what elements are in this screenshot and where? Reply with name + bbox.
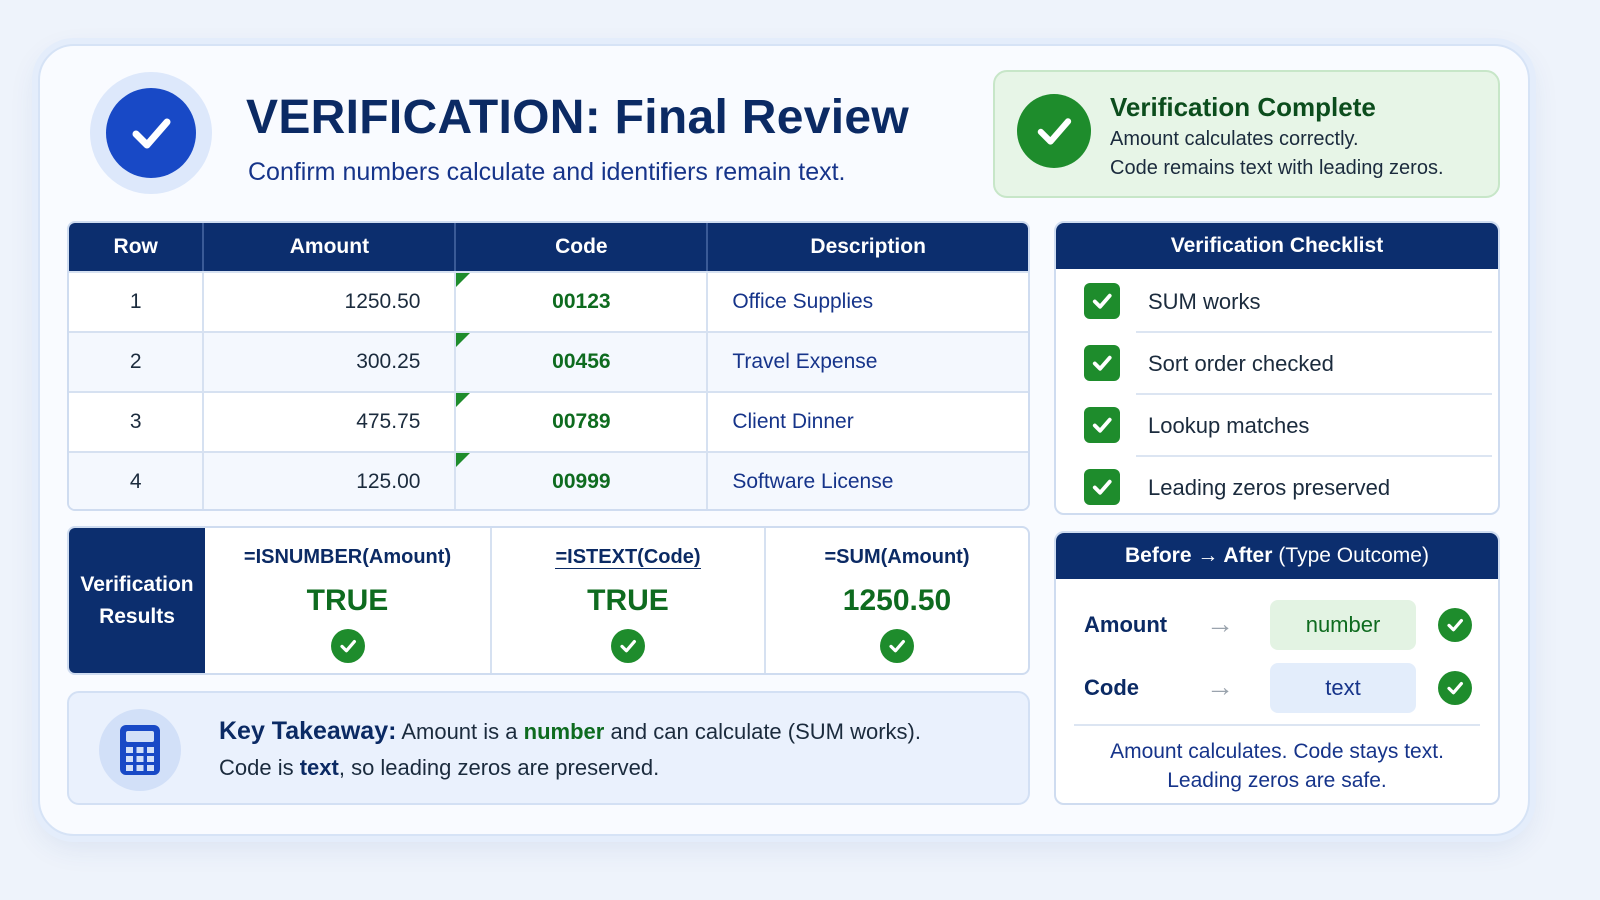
key-takeaway: Key Takeaway: Amount is a number and can… [67, 691, 1030, 805]
check-circle-icon [880, 629, 914, 663]
check-circle-icon [106, 88, 196, 178]
column-header-description[interactable]: Description [708, 223, 1028, 271]
cell-code[interactable]: 00123 [456, 273, 709, 331]
text-indicator-icon [456, 393, 471, 407]
check-circle-icon [330, 629, 365, 663]
table-row: 4 125.00 00999 Software License [69, 451, 1028, 509]
type-row-code: Code → text [1056, 663, 1498, 713]
result-value: TRUE [587, 584, 669, 617]
page-subtitle: Confirm numbers calculate and identifier… [248, 158, 846, 186]
text-indicator-icon [456, 273, 471, 287]
cell-code[interactable]: 00456 [456, 333, 709, 391]
type-row-amount: Amount → number [1056, 600, 1498, 650]
status-line-2: Code remains text with leading zeros. [1110, 157, 1444, 179]
formula-label[interactable]: =ISTEXT(Code) [492, 546, 764, 569]
cell-row[interactable]: 2 [69, 333, 205, 391]
checklist-item[interactable]: SUM works [1084, 271, 1492, 333]
checklist-item-label: Lookup matches [1148, 413, 1310, 438]
result-value: 1250.50 [842, 584, 952, 617]
table-row: 1 1250.50 00123 Office Supplies [69, 271, 1028, 331]
verification-results: Verification Results =ISNUMBER(Amount) T… [67, 526, 1030, 675]
takeaway-line-1: Key Takeaway: Amount is a number and can… [219, 717, 921, 745]
table-row: 3 475.75 00789 Client Dinner [69, 391, 1028, 451]
arrow-right-icon: → [1206, 608, 1234, 639]
divider [1074, 724, 1480, 726]
checklist-item-label: Sort order checked [1148, 351, 1334, 376]
arrow-right-icon: → [1206, 671, 1234, 702]
calculator-icon [99, 709, 181, 791]
check-circle-icon [1438, 608, 1472, 642]
cell-amount[interactable]: 475.75 [204, 393, 457, 451]
check-circle-icon [1017, 94, 1091, 168]
status-line-1: Amount calculates correctly. [1110, 128, 1359, 150]
result-isnumber: =ISNUMBER(Amount) TRUE [205, 528, 492, 673]
column-header-row[interactable]: Row [69, 223, 205, 271]
formula-label[interactable]: =SUM(Amount) [766, 546, 1028, 569]
column-header-code[interactable]: Code [456, 223, 709, 271]
cell-description[interactable]: Travel Expense [708, 333, 1028, 391]
before-after-panel: Before → After (Type Outcome) Amount → n… [1054, 531, 1500, 805]
result-sum: =SUM(Amount) 1250.50 [766, 528, 1028, 673]
table-header: Row Amount Code Description [69, 223, 1028, 271]
field-name: Amount [1084, 612, 1168, 637]
verification-complete-banner: Verification Complete Amount calculates … [993, 70, 1500, 198]
cell-code[interactable]: 00999 [456, 453, 709, 509]
check-circle-icon [1438, 671, 1472, 705]
data-table: Row Amount Code Description 1 1250.50 00… [67, 221, 1030, 511]
type-badge-number: number [1270, 600, 1416, 650]
cell-amount[interactable]: 300.25 [204, 333, 457, 391]
cell-amount[interactable]: 1250.50 [204, 273, 457, 331]
result-value: TRUE [306, 584, 389, 617]
text-indicator-icon [456, 333, 471, 347]
checkbox-checked-icon[interactable] [1084, 345, 1120, 381]
checklist-item-label: SUM works [1148, 289, 1261, 314]
cell-row[interactable]: 1 [69, 273, 205, 331]
cell-row[interactable]: 3 [69, 393, 205, 451]
type-badge-text: text [1270, 663, 1416, 713]
results-label: Verification Results [69, 528, 205, 673]
checklist-item[interactable]: Sort order checked [1084, 333, 1492, 395]
text-indicator-icon [456, 453, 471, 467]
formula-label[interactable]: =ISNUMBER(Amount) [205, 546, 490, 569]
cell-description[interactable]: Client Dinner [708, 393, 1028, 451]
cell-amount[interactable]: 125.00 [204, 453, 457, 509]
checkbox-checked-icon[interactable] [1084, 407, 1120, 443]
page-title: VERIFICATION: Final Review [246, 91, 909, 144]
cell-description[interactable]: Software License [708, 453, 1028, 509]
result-istext: =ISTEXT(Code) TRUE [492, 528, 766, 673]
cell-code[interactable]: 00789 [456, 393, 709, 451]
before-after-summary: Amount calculates. Code stays text. Lead… [1110, 740, 1444, 792]
field-name: Code [1084, 675, 1139, 700]
cell-description[interactable]: Office Supplies [708, 273, 1028, 331]
checklist-item[interactable]: Lookup matches [1084, 395, 1492, 457]
checklist-item-label: Leading zeros preserved [1148, 475, 1391, 500]
checklist-item[interactable]: Leading zeros preserved [1084, 457, 1484, 513]
verification-checklist: Verification Checklist SUM works Sort or… [1054, 221, 1500, 515]
status-title: Verification Complete [1110, 92, 1376, 122]
checkbox-checked-icon[interactable] [1084, 469, 1120, 505]
checklist-title: Verification Checklist [1056, 223, 1498, 269]
checkbox-checked-icon[interactable] [1084, 283, 1120, 319]
verification-badge [90, 72, 212, 194]
check-circle-icon [611, 629, 645, 663]
before-after-title: Before → After (Type Outcome) [1056, 533, 1498, 579]
cell-row[interactable]: 4 [69, 453, 205, 509]
table-row: 2 300.25 00456 Travel Expense [69, 331, 1028, 391]
column-header-amount[interactable]: Amount [204, 223, 457, 271]
takeaway-line-2: Code is text, so leading zeros are prese… [219, 755, 660, 780]
